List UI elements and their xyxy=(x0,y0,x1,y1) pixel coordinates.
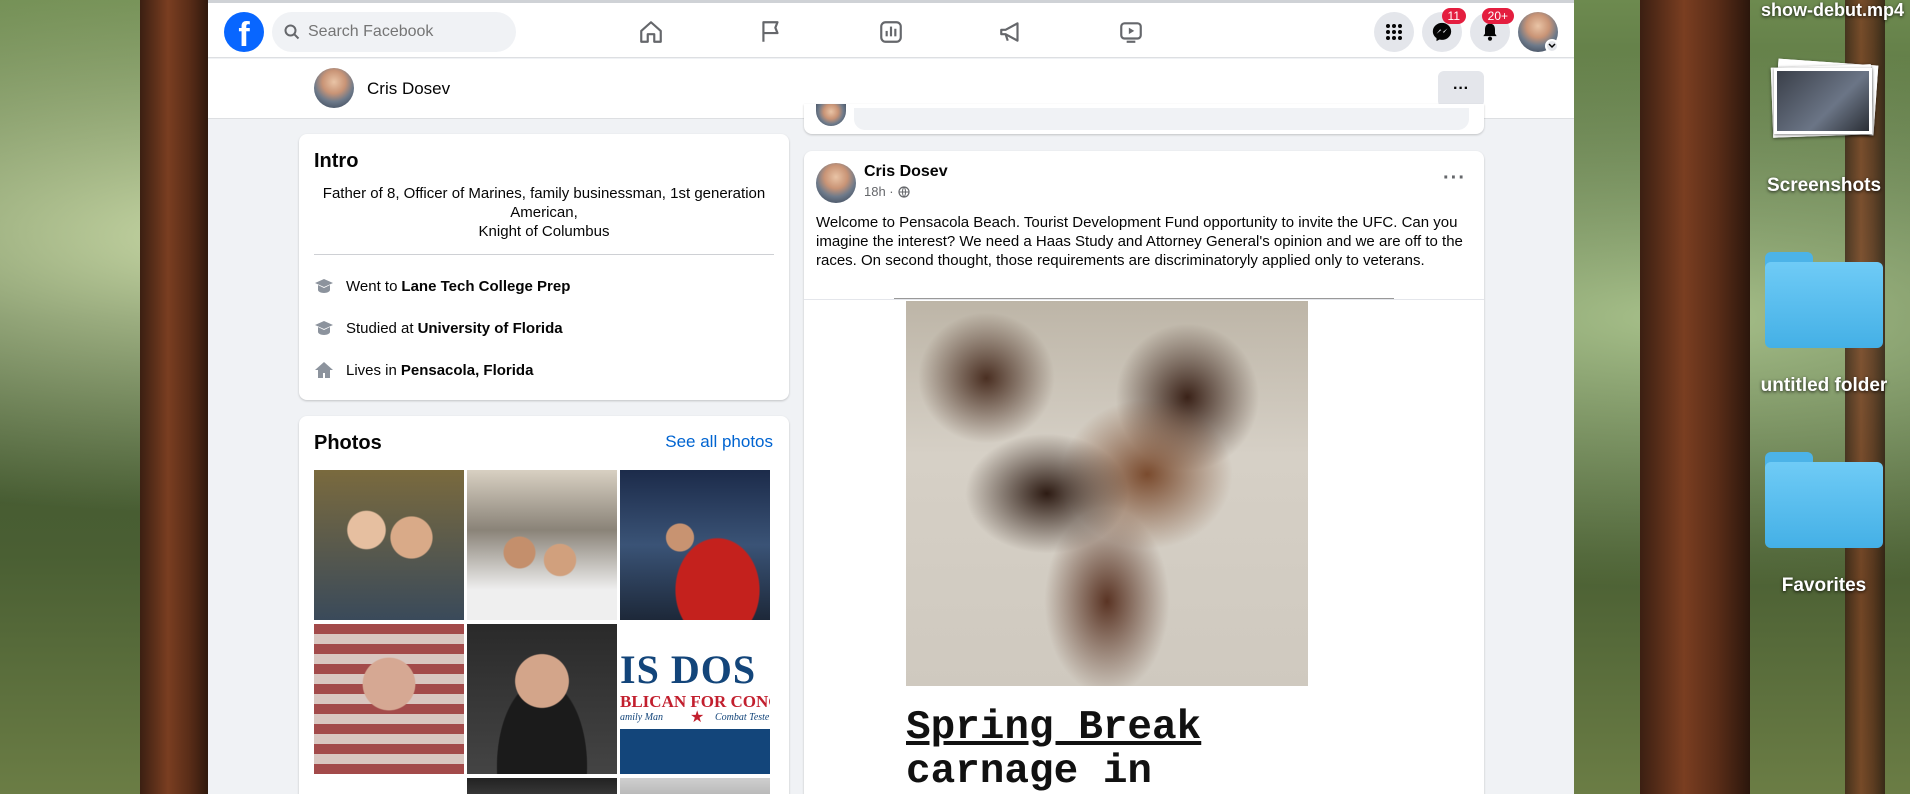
desktop-item-label[interactable]: Screenshots xyxy=(1724,175,1910,197)
composer-input[interactable] xyxy=(854,108,1469,130)
intro-divider xyxy=(314,254,774,255)
folder-icon[interactable] xyxy=(1765,452,1883,548)
tree-trunk xyxy=(140,0,210,794)
photo-thumbnail[interactable] xyxy=(620,470,770,620)
post-divider xyxy=(804,299,1484,300)
flag-icon xyxy=(762,21,779,42)
intro-row-university: Studied at University of Florida xyxy=(314,318,563,338)
intro-row-prefix: Went to xyxy=(346,277,398,295)
photo-thumbnail[interactable] xyxy=(467,470,617,620)
folder-icon[interactable] xyxy=(1765,252,1883,348)
graduation-cap-icon xyxy=(314,318,334,338)
photos-title: Photos xyxy=(314,432,382,454)
post-time[interactable]: 18h · xyxy=(864,184,894,199)
screenshots-folder-icon[interactable] xyxy=(1770,58,1879,138)
search-input[interactable] xyxy=(308,23,498,41)
star-icon: ★ xyxy=(690,709,705,726)
megaphone-icon xyxy=(1000,22,1019,42)
intro-card: Intro Father of 8, Officer of Marines, f… xyxy=(299,134,789,400)
banner-text: IS DOS xyxy=(620,647,757,692)
intro-row-location: Lives in Pensacola, Florida xyxy=(314,360,533,380)
photo-thumbnail[interactable] xyxy=(467,778,617,794)
intro-row-prefix: Lives in xyxy=(346,361,397,379)
profile-avatar[interactable] xyxy=(314,68,354,108)
headline-line: carnage in xyxy=(906,749,1153,794)
campaign-banner-thumbnail[interactable]: IS DOS BLICAN FOR CONG amily Man Combat … xyxy=(620,624,770,774)
photo-thumbnail[interactable] xyxy=(314,470,464,620)
photo-thumbnail[interactable] xyxy=(620,778,770,794)
post-options-icon[interactable]: ··· xyxy=(1443,167,1466,190)
photos-card: Photos See all photos IS DOS BLICAN FOR … xyxy=(299,416,789,794)
home-icon xyxy=(640,21,662,43)
intro-row-link[interactable]: Lane Tech College Prep xyxy=(401,278,570,295)
intro-bio: Father of 8, Officer of Marines, family … xyxy=(314,184,774,241)
intro-row-prefix: Studied at xyxy=(346,319,414,337)
globe-icon xyxy=(898,185,910,198)
chart-icon xyxy=(880,21,902,43)
post-image[interactable] xyxy=(906,301,1308,686)
notifications-button[interactable]: 20+ xyxy=(1470,8,1514,52)
headline-line: Spring Break xyxy=(906,705,1202,751)
intro-row-education: Went to Lane Tech College Prep xyxy=(314,276,570,296)
intro-row-link[interactable]: University of Florida xyxy=(418,320,563,337)
menu-button[interactable] xyxy=(1374,12,1414,52)
desktop-item-label[interactable]: untitled folder xyxy=(1724,375,1910,397)
nav-ads[interactable] xyxy=(986,14,1036,50)
post-meta: 18h · xyxy=(864,184,910,199)
messenger-badge: 11 xyxy=(1441,8,1466,24)
photo-thumbnail[interactable] xyxy=(314,624,464,774)
post-author-avatar[interactable] xyxy=(816,163,856,203)
banner-text: Combat Teste xyxy=(715,712,770,723)
intro-title: Intro xyxy=(314,150,359,172)
intro-row-link[interactable]: Pensacola, Florida xyxy=(401,362,534,379)
nav-video[interactable] xyxy=(1106,14,1156,50)
grid-menu-icon xyxy=(1386,24,1402,40)
video-icon xyxy=(1120,22,1142,43)
desktop-file-video[interactable]: show-debut.mp4 xyxy=(1724,0,1904,21)
post-text: Welcome to Pensacola Beach. Tourist Deve… xyxy=(816,214,1463,269)
profile-more-button[interactable]: ··· xyxy=(1438,71,1484,107)
nav-insights[interactable] xyxy=(866,14,916,50)
messenger-button[interactable]: 11 xyxy=(1422,8,1466,52)
link-preview-rule xyxy=(894,298,1394,299)
composer-avatar xyxy=(816,104,846,126)
bio-line: Father of 8, Officer of Marines, family … xyxy=(322,185,766,221)
desktop-item-label[interactable]: Favorites xyxy=(1724,575,1910,597)
bell-icon xyxy=(1483,23,1497,41)
facebook-logo-icon[interactable]: f xyxy=(224,12,264,54)
search-icon xyxy=(284,24,300,40)
home-icon xyxy=(314,360,334,380)
nav-pages[interactable] xyxy=(746,14,796,50)
search-bar[interactable] xyxy=(272,12,516,52)
browser-window: f 11 xyxy=(208,0,1574,794)
composer-card-fragment xyxy=(804,104,1484,134)
bio-line: Knight of Columbus xyxy=(478,223,610,240)
post-author-name[interactable]: Cris Dosev xyxy=(864,163,948,181)
banner-text: amily Man xyxy=(620,712,664,723)
post-card: Cris Dosev 18h · ··· Welcome to Pensacol… xyxy=(804,151,1484,794)
nav-home[interactable] xyxy=(626,14,676,50)
notifications-badge: 20+ xyxy=(1481,8,1514,24)
post-image-headline[interactable]: Spring Break carnage in xyxy=(906,706,1201,794)
tree-trunk xyxy=(1640,0,1750,794)
graduation-cap-icon xyxy=(314,276,334,296)
messenger-icon xyxy=(1432,22,1452,42)
profile-name[interactable]: Cris Dosev xyxy=(367,79,450,99)
facebook-topbar: f 11 xyxy=(208,0,1574,58)
see-all-photos-link[interactable]: See all photos xyxy=(665,432,773,452)
chevron-down-icon[interactable] xyxy=(1545,39,1559,53)
photo-thumbnail[interactable] xyxy=(467,624,617,774)
